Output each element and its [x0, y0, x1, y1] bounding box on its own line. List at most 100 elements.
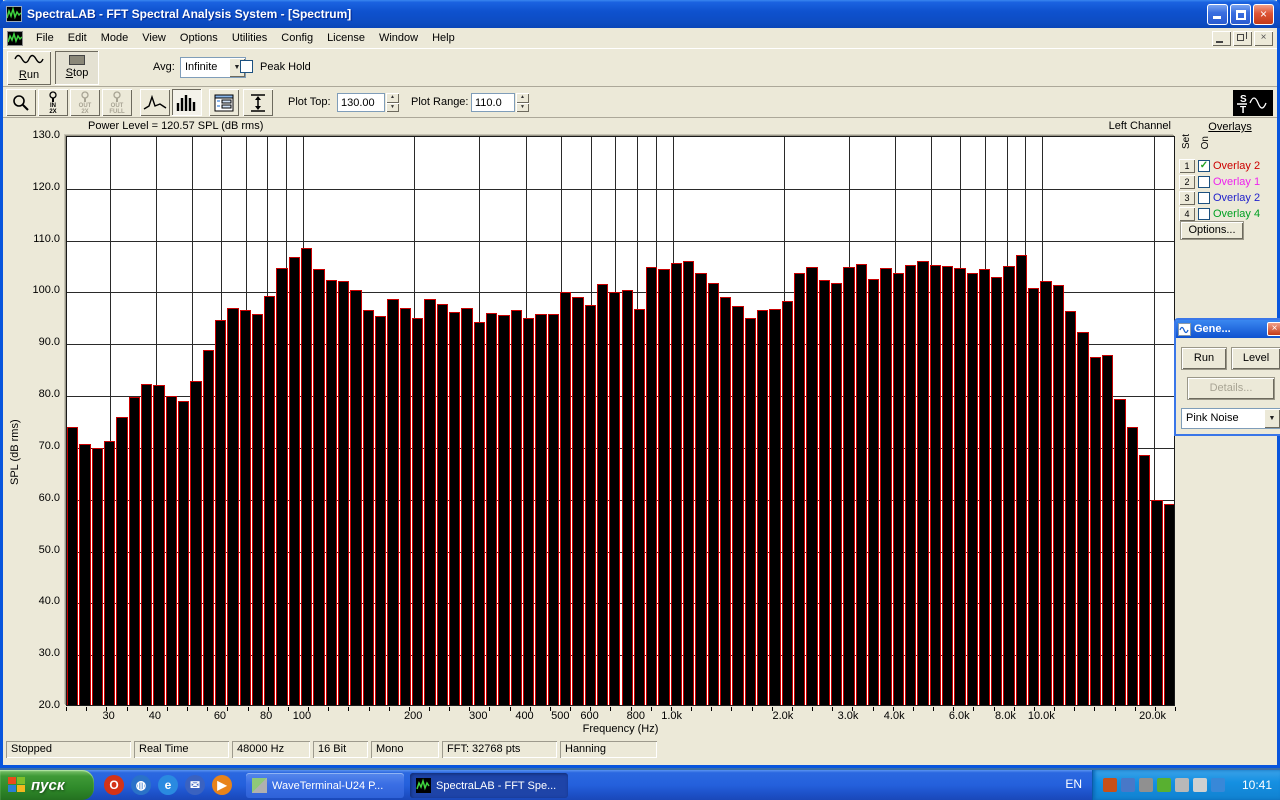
mdi-minimize-button[interactable]: [1212, 31, 1231, 46]
spectrum-plot[interactable]: [66, 136, 1175, 706]
display-settings-button[interactable]: [209, 89, 239, 116]
minimize-button[interactable]: [1207, 4, 1228, 25]
generator-details-button[interactable]: Details...: [1188, 378, 1274, 399]
close-button[interactable]: ×: [1253, 4, 1274, 25]
zoom-out-full-button[interactable]: OUT FULL: [102, 89, 132, 116]
generator-run-button[interactable]: Run: [1182, 348, 1226, 369]
plot-area: [67, 137, 1174, 705]
menu-edit[interactable]: Edit: [61, 30, 94, 46]
spin-down-icon[interactable]: ▼: [516, 103, 529, 113]
menu-utilities[interactable]: Utilities: [225, 30, 274, 46]
overlay-on-checkbox-2[interactable]: [1198, 176, 1210, 188]
run-button[interactable]: Run: [7, 51, 51, 85]
spectrum-bar: [1114, 399, 1125, 705]
channel-label: Left Channel: [903, 120, 1171, 132]
generator-title-bar[interactable]: Gene... ×: [1176, 320, 1280, 338]
overlay-row: 4Overlay 4: [1179, 206, 1279, 222]
chevron-down-icon[interactable]: ▼: [1264, 409, 1280, 428]
spin-down-icon[interactable]: ▼: [386, 103, 399, 113]
globe-icon[interactable]: ◍: [131, 775, 151, 795]
plot-range-input[interactable]: [471, 93, 515, 112]
mdi-close-button[interactable]: ×: [1254, 31, 1273, 46]
menu-file[interactable]: File: [29, 30, 61, 46]
x-tick-label: 30: [103, 710, 115, 722]
task-button-1[interactable]: WaveTerminal-U24 P...: [246, 773, 404, 798]
volume-icon[interactable]: [1103, 778, 1117, 792]
bar-plot-mode-button[interactable]: [172, 89, 202, 116]
avg-select[interactable]: Infinite ▼: [180, 57, 246, 78]
generator-close-button[interactable]: ×: [1267, 322, 1280, 336]
mdi-document-icon[interactable]: [7, 31, 23, 46]
media-player-icon[interactable]: ▶: [212, 775, 232, 795]
menu-help[interactable]: Help: [425, 30, 462, 46]
menu-mode[interactable]: Mode: [94, 30, 136, 46]
zoom-out-2x-button[interactable]: OUT 2X: [70, 89, 100, 116]
overlay-on-checkbox-1[interactable]: ✓: [1198, 160, 1210, 172]
spectrum-bar: [1003, 266, 1014, 705]
x-tick-label: 300: [469, 710, 487, 722]
menu-window[interactable]: Window: [372, 30, 425, 46]
magnifier-icon: [112, 91, 123, 103]
overlays-options-button[interactable]: Options...: [1181, 222, 1243, 239]
windows-update-icon[interactable]: [1157, 778, 1171, 792]
plot-range-spinner[interactable]: ▲▼: [516, 93, 529, 112]
overlay-on-checkbox-3[interactable]: [1198, 192, 1210, 204]
generator-level-button[interactable]: Level: [1232, 348, 1280, 369]
spectrum-bar: [203, 350, 214, 705]
desktop: { "window": { "title": "SpectraLAB - FFT…: [0, 0, 1280, 800]
spectrum-bar: [979, 269, 990, 705]
y-tick-label: 40.0: [15, 595, 60, 607]
sound-technology-logo: ST: [1233, 90, 1273, 116]
opera-icon[interactable]: O: [104, 775, 124, 795]
spin-up-icon[interactable]: ▲: [516, 93, 529, 103]
ie-icon[interactable]: e: [158, 775, 178, 795]
audio-icon[interactable]: [1139, 778, 1153, 792]
generator-signal-select[interactable]: Pink Noise ▼: [1181, 408, 1280, 429]
spectrum-bar: [1139, 455, 1150, 705]
mdi-restore-button[interactable]: [1233, 31, 1252, 46]
task-button-2[interactable]: SpectraLAB - FFT Spe...: [410, 773, 568, 798]
zoom-button[interactable]: [6, 89, 36, 116]
bar-graph-icon: [176, 94, 198, 111]
scale-range-button[interactable]: [243, 89, 273, 116]
plug-icon[interactable]: [1175, 778, 1189, 792]
stop-button[interactable]: Stop: [55, 51, 99, 85]
messenger-icon[interactable]: ✉: [185, 775, 205, 795]
overlay-set-button-3[interactable]: 3: [1179, 191, 1195, 205]
plot-top-spinner[interactable]: ▲▼: [386, 93, 399, 112]
menu-config[interactable]: Config: [274, 30, 320, 46]
maximize-button[interactable]: [1230, 4, 1251, 25]
menu-license[interactable]: License: [320, 30, 372, 46]
spectrum-bar: [535, 314, 546, 705]
plot-top-input[interactable]: [337, 93, 385, 112]
language-indicator[interactable]: EN: [1065, 777, 1082, 791]
x-tick-label: 6.0k: [949, 710, 970, 722]
generator-title: Gene...: [1194, 323, 1264, 335]
network-icon[interactable]: [1211, 778, 1225, 792]
y-tick-label: 130.0: [15, 129, 60, 141]
line-plot-mode-button[interactable]: [140, 89, 170, 116]
spectrum-bar: [424, 299, 435, 705]
usb-icon[interactable]: [1193, 778, 1207, 792]
menu-view[interactable]: View: [135, 30, 173, 46]
overlay-set-button-2[interactable]: 2: [1179, 175, 1195, 189]
start-button[interactable]: пуск: [0, 770, 94, 800]
overlay-label: Overlay 1: [1213, 176, 1260, 188]
zoom-out-2x-label-bottom: 2X: [81, 109, 88, 115]
spin-up-icon[interactable]: ▲: [386, 93, 399, 103]
spectrum-bar: [732, 306, 743, 705]
spectrum-bar: [1053, 285, 1064, 705]
spectrum-bar: [646, 267, 657, 705]
overlay-set-button-1[interactable]: 1: [1179, 159, 1195, 173]
display-error-icon[interactable]: [1121, 778, 1135, 792]
overlay-on-checkbox-4[interactable]: [1198, 208, 1210, 220]
spectrum-bar: [831, 283, 842, 705]
x-tick-label: 20.0k: [1139, 710, 1166, 722]
overlay-set-button-4[interactable]: 4: [1179, 207, 1195, 221]
title-bar[interactable]: SpectraLAB - FFT Spectral Analysis Syste…: [0, 0, 1280, 28]
zoom-in-2x-button[interactable]: IN 2X: [38, 89, 68, 116]
menu-options[interactable]: Options: [173, 30, 225, 46]
spectrum-bar: [498, 315, 509, 705]
peak-hold-checkbox[interactable]: [240, 60, 253, 73]
spectrum-bar: [991, 277, 1002, 705]
